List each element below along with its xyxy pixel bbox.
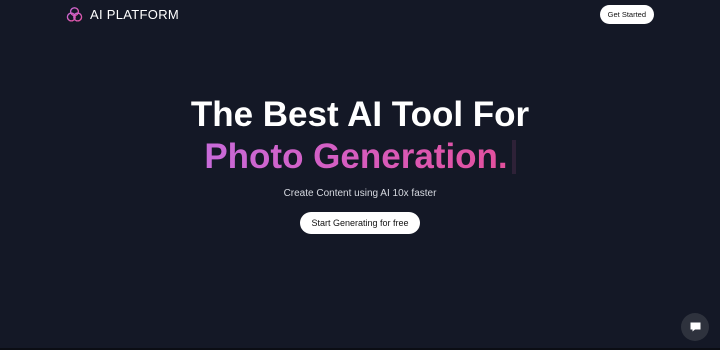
three-circles-logo-icon bbox=[66, 7, 83, 22]
start-generating-button[interactable]: Start Generating for free bbox=[300, 212, 420, 234]
chat-bubble-icon bbox=[690, 322, 700, 332]
hero-section: The Best AI Tool For Photo Generation. C… bbox=[0, 94, 720, 234]
hero-title: The Best AI Tool For bbox=[190, 95, 530, 134]
hero-typed-row: Photo Generation. bbox=[0, 136, 720, 178]
landing-page: AI PLATFORM Get Started The Best AI Tool… bbox=[0, 0, 720, 350]
navbar: AI PLATFORM Get Started bbox=[0, 0, 720, 30]
get-started-button[interactable]: Get Started bbox=[599, 5, 654, 24]
brand-name: AI PLATFORM bbox=[90, 7, 180, 22]
hero-subtitle: Create Content using AI 10x faster bbox=[283, 188, 437, 199]
hero-typed-text: Photo Generation. bbox=[204, 137, 508, 176]
chat-launcher-button[interactable] bbox=[681, 313, 709, 341]
typing-cursor bbox=[511, 140, 516, 174]
brand[interactable]: AI PLATFORM bbox=[66, 6, 179, 23]
